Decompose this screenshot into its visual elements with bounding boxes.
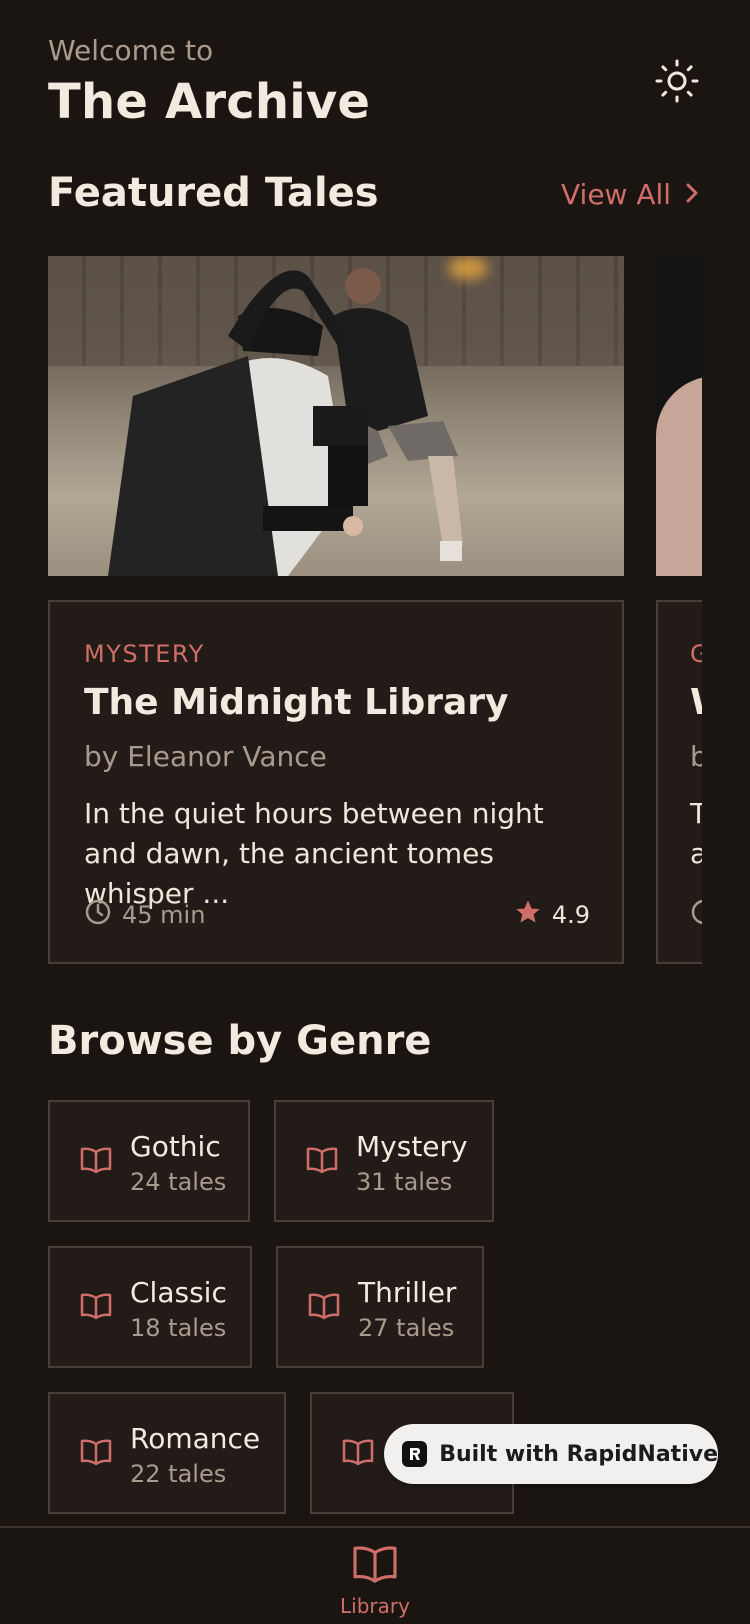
nav-item-library[interactable]: Library (0, 1544, 750, 1618)
genre-name: Mystery (356, 1130, 468, 1163)
genre-name: Classic (130, 1276, 227, 1309)
featured-card-body: G W b T a (656, 600, 702, 964)
genre-name: Romance (130, 1422, 261, 1455)
card-rating-text: 4.9 (551, 901, 590, 929)
app-root: Welcome to The Archive Featured Tales Vi… (0, 0, 750, 1624)
genre-count: 24 tales (130, 1168, 227, 1196)
book-open-icon (80, 1146, 112, 1178)
featured-card-image (48, 256, 624, 576)
genre-chip-thriller[interactable]: Thriller 27 tales (276, 1246, 484, 1368)
star-icon (514, 898, 542, 932)
card-meta: 45 min 4.9 (84, 898, 590, 932)
card-rating: 4.9 (514, 898, 590, 932)
card-title: The Midnight Library (84, 682, 509, 723)
clock-icon (84, 898, 112, 932)
featured-card-body: MYSTERY The Midnight Library by Eleanor … (48, 600, 624, 964)
genre-count: 18 tales (130, 1314, 227, 1342)
genre-chip-gothic[interactable]: Gothic 24 tales (48, 1100, 250, 1222)
featured-carousel[interactable]: MYSTERY The Midnight Library by Eleanor … (0, 0, 702, 1000)
card-title: W (690, 682, 702, 723)
card-genre: MYSTERY (84, 640, 205, 668)
card-excerpt: In the quiet hours between night and daw… (84, 797, 544, 910)
rapidnative-logo-icon (402, 1441, 428, 1467)
genre-count: 31 tales (356, 1168, 453, 1196)
card-meta (690, 898, 702, 930)
genre-count: 22 tales (130, 1460, 227, 1488)
featured-card-image (656, 256, 702, 576)
card-duration: 45 min (84, 898, 205, 932)
badge-text: Built with RapidNative (439, 1441, 718, 1467)
genre-name: Gothic (130, 1130, 221, 1163)
card-author: b (690, 740, 702, 773)
book-open-icon (342, 1438, 374, 1470)
genre-chip-classic[interactable]: Classic 18 tales (48, 1246, 252, 1368)
built-with-badge[interactable]: Built with RapidNative (384, 1424, 718, 1484)
bottom-nav: Library (0, 1526, 750, 1624)
genre-chip-romance[interactable]: Romance 22 tales (48, 1392, 286, 1514)
genre-section-title: Browse by Genre (48, 1018, 432, 1064)
book-open-icon (352, 1544, 398, 1588)
featured-card[interactable]: G W b T a (656, 256, 702, 964)
genre-count: 27 tales (358, 1314, 455, 1342)
card-duration-text: 45 min (122, 901, 206, 929)
card-author: by Eleanor Vance (84, 740, 327, 773)
genre-name: Thriller (358, 1276, 457, 1309)
card-genre: G (690, 640, 702, 668)
featured-card[interactable]: MYSTERY The Midnight Library by Eleanor … (48, 256, 624, 964)
book-open-icon (308, 1292, 340, 1324)
book-open-icon (80, 1292, 112, 1324)
card-excerpt: T a (690, 797, 702, 870)
nav-label: Library (340, 1594, 410, 1618)
clock-icon (690, 898, 702, 930)
genre-chip-mystery[interactable]: Mystery 31 tales (274, 1100, 494, 1222)
book-open-icon (80, 1438, 112, 1470)
book-open-icon (306, 1146, 338, 1178)
